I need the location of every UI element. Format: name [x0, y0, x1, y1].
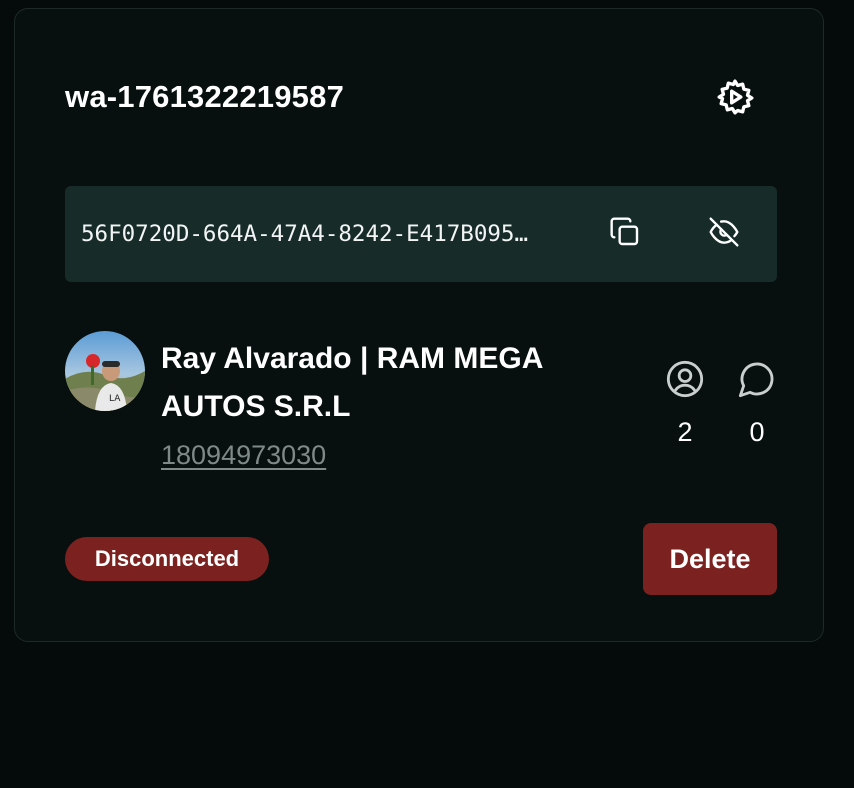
- copy-icon: [609, 216, 641, 253]
- settings-button[interactable]: [711, 75, 759, 123]
- gear-icon: [715, 77, 755, 122]
- chats-count: 0: [749, 417, 765, 447]
- avatar: LA: [65, 331, 145, 411]
- copy-key-button[interactable]: [605, 214, 645, 254]
- instance-name: wa-1761322219587: [65, 79, 345, 114]
- contacts-count: 2: [677, 417, 693, 447]
- svg-text:LA: LA: [109, 394, 121, 404]
- profile-name: Ray Alvarado | RAM MEGA AUTOS S.R.L: [161, 342, 543, 423]
- chats-stat: 0: [727, 359, 787, 448]
- user-circle-icon: [665, 359, 705, 404]
- delete-button[interactable]: Delete: [643, 523, 777, 595]
- message-circle-icon: [737, 359, 777, 404]
- api-key-value[interactable]: 56F0720D-664A-47A4-8242-E417B095…: [81, 219, 563, 249]
- phone-number-link[interactable]: 18094973030: [161, 437, 326, 473]
- status-badge: Disconnected: [65, 537, 269, 581]
- contacts-stat: 2: [655, 359, 715, 448]
- eye-off-icon: [708, 216, 740, 253]
- toggle-key-visibility-button[interactable]: [704, 214, 744, 254]
- instance-card: wa-1761322219587 56F0720D-664A-47A4-8242…: [14, 8, 824, 642]
- api-key-box: 56F0720D-664A-47A4-8242-E417B095…: [65, 186, 777, 282]
